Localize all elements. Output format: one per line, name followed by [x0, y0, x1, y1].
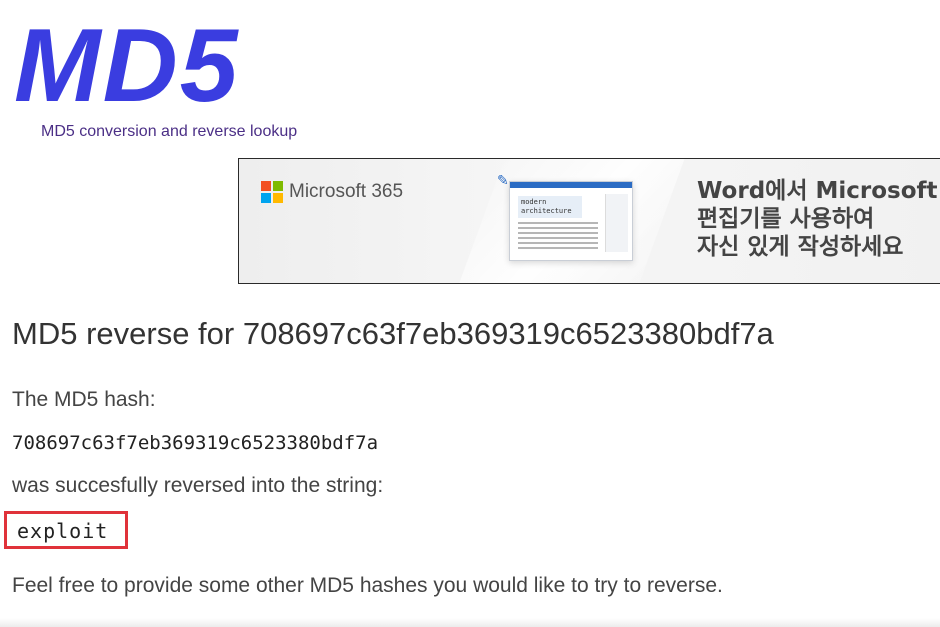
- page-title: MD5 reverse for 708697c63f7eb369319c6523…: [12, 316, 774, 351]
- ad-headline: Word에서 Microsoft 편집기를 사용하여 자신 있게 작성하세요: [697, 177, 938, 261]
- reversed-label: was succesfully reversed into the string…: [12, 474, 384, 497]
- footer-text: Feel free to provide some other MD5 hash…: [12, 574, 723, 597]
- ad-headline-line: 편집기를 사용하여: [697, 206, 875, 232]
- page-bottom-divider: [0, 618, 940, 627]
- ad-document-title: modern architecture: [518, 196, 582, 218]
- reversed-string: exploit: [17, 519, 109, 543]
- microsoft-logo-icon: [261, 181, 283, 203]
- site-tagline: MD5 conversion and reverse lookup: [41, 123, 298, 140]
- site-logo[interactable]: MD5: [14, 14, 240, 118]
- hash-value: 708697c63f7eb369319c6523380bdf7a: [12, 432, 379, 454]
- ad-document-preview: modern architecture: [509, 181, 633, 261]
- hash-label: The MD5 hash:: [12, 388, 156, 411]
- result-highlight-box: exploit: [4, 511, 128, 549]
- ad-banner[interactable]: Microsoft 365 ✎ modern architecture Word…: [238, 158, 940, 284]
- ad-brand-name: Microsoft 365: [289, 181, 404, 202]
- ad-headline-line: 자신 있게 작성하세요: [697, 234, 904, 260]
- ad-headline-line: Word에서 Microsoft: [697, 178, 938, 204]
